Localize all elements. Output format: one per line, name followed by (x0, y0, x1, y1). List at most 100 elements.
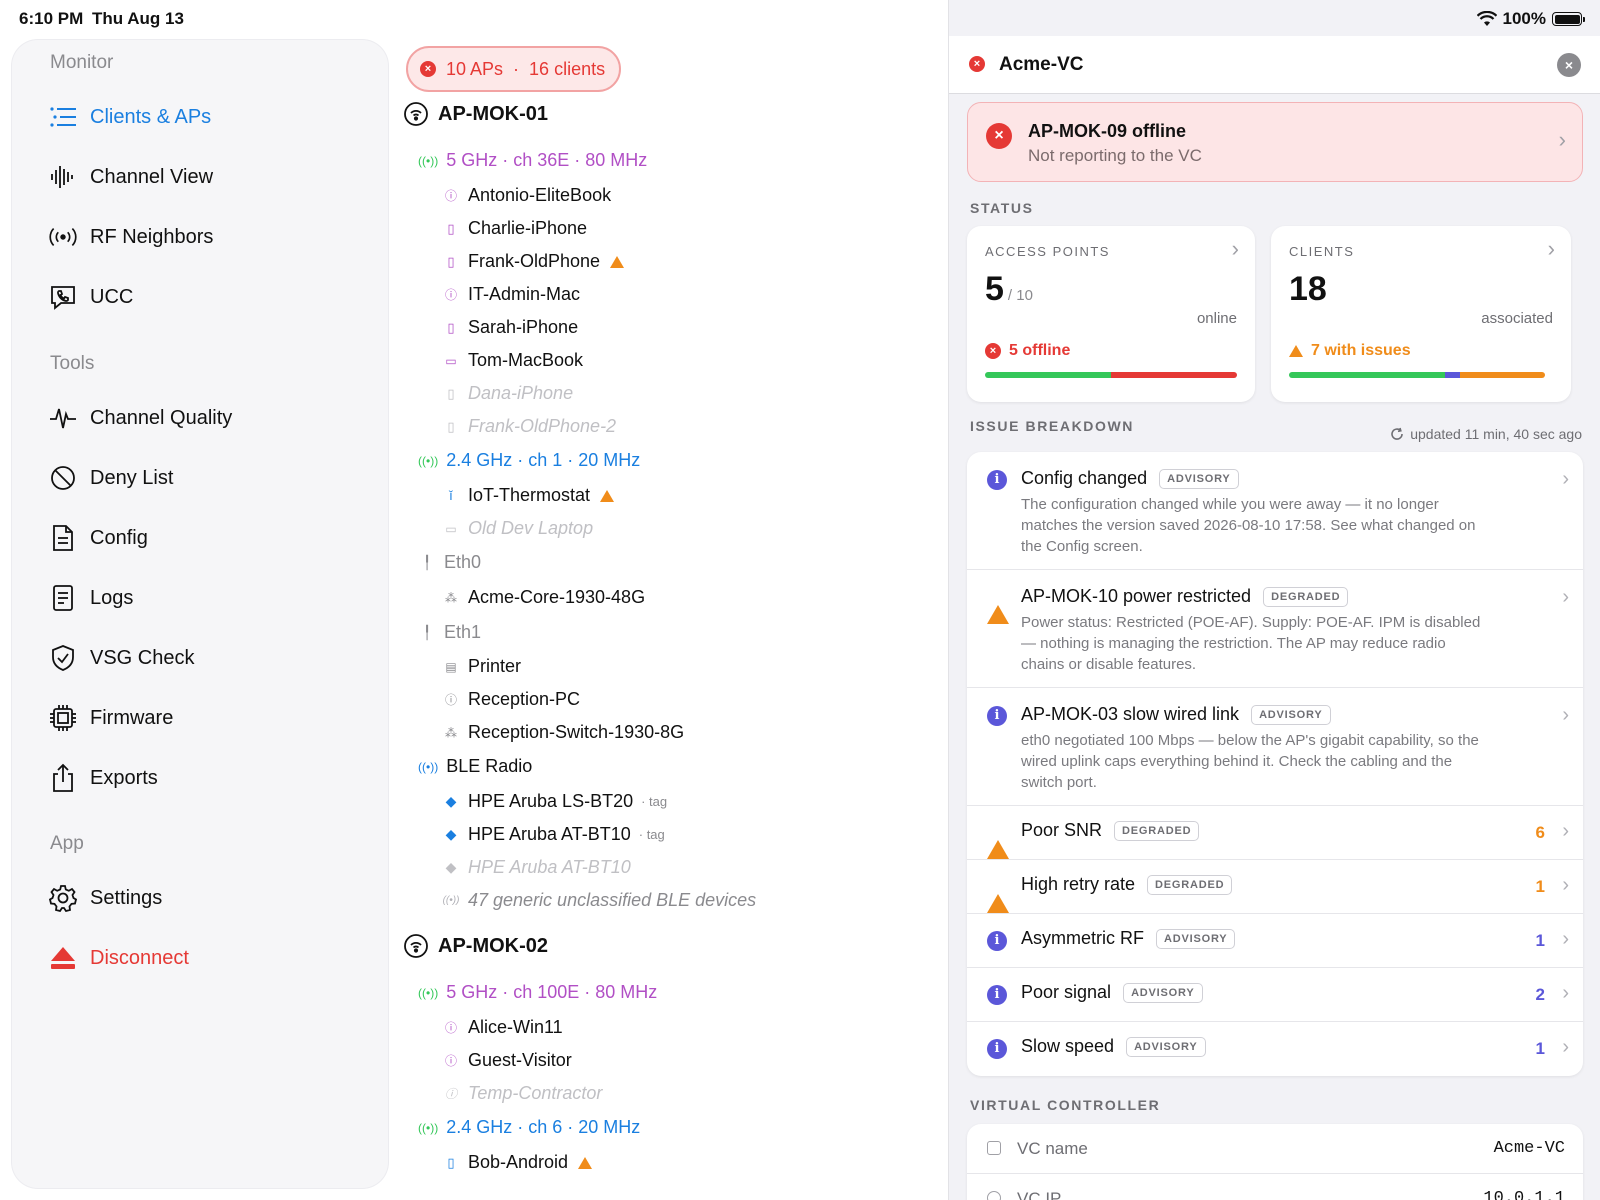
client-row[interactable]: ⓘ Alice-Win11 (444, 1017, 563, 1038)
client-row[interactable]: ǐ IoT-Thermostat (444, 485, 615, 506)
radio-antenna-icon: ((•)) (418, 759, 439, 774)
updated-timestamp[interactable]: updated 11 min, 40 sec ago (1390, 426, 1582, 442)
issue-title: High retry rate (1021, 874, 1136, 894)
access-point-icon (404, 102, 428, 126)
radio-label: BLE Radio (446, 756, 533, 776)
client-row[interactable]: ▯ Sarah-iPhone (444, 317, 578, 338)
issue-row-config-changed[interactable]: i Config changed ADVISORY The configurati… (967, 452, 1583, 570)
list-icon (48, 102, 78, 132)
issues-stat: 7 with issues (1289, 342, 1411, 360)
radio-row-24ghz[interactable]: ((•)) 2.4 GHz · ch 6 · 20 MHz (418, 1117, 640, 1138)
chevron-right-icon: › (1562, 874, 1569, 896)
issue-row-poor-signal[interactable]: i Poor signal ADVISORY 2 › (967, 968, 1583, 1022)
device-name: Acme-Core-1930-48G (468, 587, 646, 607)
sidebar-item-channel-quality[interactable]: Channel Quality (48, 398, 368, 438)
issue-badge: ADVISORY (1159, 468, 1239, 489)
sidebar-item-settings[interactable]: Settings (48, 878, 368, 918)
client-name: Tom-MacBook (468, 350, 584, 370)
offline-alert[interactable]: × AP-MOK-09 offline Not reporting to the… (967, 102, 1583, 182)
client-tree: × 10 APs · 16 clients AP-MOK-01 ((•)) 5 … (396, 40, 946, 1200)
thermometer-icon: ǐ (449, 488, 453, 503)
radio-row-5ghz[interactable]: ((•)) 5 GHz · ch 36E · 80 MHz (418, 150, 647, 171)
issue-row-poor-snr[interactable]: Poor SNR DEGRADED 6 › (967, 806, 1583, 860)
client-row[interactable]: ▯ Charlie-iPhone (444, 218, 587, 239)
vc-row-name[interactable]: VC name Acme-VC (967, 1124, 1583, 1174)
issue-row-high-retry[interactable]: High retry rate DEGRADED 1 › (967, 860, 1583, 914)
client-row[interactable]: ⓘ IT-Admin-Mac (444, 284, 580, 305)
client-row-inactive[interactable]: ▯ Frank-OldPhone-2 (444, 416, 616, 437)
ble-generic-row[interactable]: ((•)) 47 generic unclassified BLE devices (443, 890, 757, 911)
sidebar-section-tools: Tools (50, 353, 95, 374)
device-row[interactable]: ⓘ Reception-PC (444, 689, 580, 710)
tag-suffix: · tag (641, 794, 668, 809)
vc-row-ip[interactable]: VC IP 10.0.1.1 (967, 1174, 1583, 1200)
chevron-right-icon: › (1231, 236, 1239, 261)
sidebar-item-ucc[interactable]: UCC (48, 277, 368, 317)
vc-card: VC name Acme-VC VC IP 10.0.1.1 (967, 1124, 1583, 1200)
sidebar-item-firmware[interactable]: Firmware (48, 698, 368, 738)
client-name: IoT-Thermostat (468, 485, 591, 505)
ap-name: AP-MOK-02 (438, 934, 549, 957)
ble-device-row-inactive[interactable]: ◆ HPE Aruba AT-BT10 (444, 857, 631, 878)
issue-row-power-restricted[interactable]: AP-MOK-10 power restricted DEGRADED Power… (967, 570, 1583, 688)
vc-value: 10.0.1.1 (1483, 1189, 1565, 1200)
radio-row-24ghz[interactable]: ((•)) 2.4 GHz · ch 1 · 20 MHz (418, 450, 640, 471)
client-row[interactable]: ⓘ Guest-Visitor (444, 1050, 572, 1071)
issue-badge: ADVISORY (1251, 704, 1331, 725)
sidebar-item-logs[interactable]: Logs (48, 578, 368, 618)
client-row[interactable]: ▯ Frank-OldPhone (444, 251, 625, 272)
client-row-inactive[interactable]: ⓘ Temp-Contractor (444, 1083, 602, 1104)
device-name: Printer (468, 656, 522, 676)
switch-topology-icon: ⁂ (445, 590, 457, 605)
sidebar-item-config[interactable]: Config (48, 518, 368, 558)
warning-icon (1289, 345, 1303, 357)
chip-icon (48, 703, 78, 733)
sidebar: Monitor Clients & APs Channel View RF Ne… (12, 40, 388, 1188)
radio-row-ble[interactable]: ((•)) BLE Radio (418, 756, 532, 777)
client-row[interactable]: ▭ Tom-MacBook (444, 350, 583, 371)
ble-device-row[interactable]: ◆ HPE Aruba LS-BT20 · tag (444, 791, 668, 812)
sidebar-item-vsg-check[interactable]: VSG Check (48, 638, 368, 678)
radio-row-5ghz[interactable]: ((•)) 5 GHz · ch 100E · 80 MHz (418, 982, 657, 1003)
sidebar-item-channel-view[interactable]: Channel View (48, 157, 368, 197)
clients-card[interactable]: CLIENTS › 18 associated 7 with issues (1271, 226, 1571, 402)
ethernet-row-eth0[interactable]: ╿ Eth0 (418, 552, 481, 573)
radio-label: 2.4 GHz · ch 6 · 20 MHz (446, 1117, 641, 1137)
client-row-inactive[interactable]: ▭ Old Dev Laptop (444, 518, 593, 539)
ble-device-row[interactable]: ◆ HPE Aruba AT-BT10 · tag (444, 824, 665, 845)
device-row[interactable]: ⁂ Acme-Core-1930-48G (444, 587, 645, 608)
unknown-device-icon: ⓘ (444, 189, 457, 203)
client-row[interactable]: ⓘ Antonio-EliteBook (444, 185, 611, 206)
device-row[interactable]: ⁂ Reception-Switch-1930-8G (444, 722, 684, 743)
error-icon: × (420, 61, 436, 77)
ap-row-ap-mok-01[interactable]: AP-MOK-01 (404, 102, 548, 126)
sidebar-item-clients-aps[interactable]: Clients & APs (48, 97, 368, 137)
error-icon: × (985, 343, 1001, 359)
summary-filter-pill[interactable]: × 10 APs · 16 clients (406, 46, 622, 92)
client-row-inactive[interactable]: ▯ Dana-iPhone (444, 383, 573, 404)
close-button[interactable]: × (1557, 53, 1581, 77)
sidebar-item-label: RF Neighbors (90, 225, 214, 248)
radio-antenna-icon: ((•)) (418, 153, 439, 168)
ap-total: / 10 (1007, 287, 1033, 304)
issue-row-asymmetric-rf[interactable]: i Asymmetric RF ADVISORY 1 › (967, 914, 1583, 968)
status-heading: STATUS (970, 200, 1034, 216)
issue-row-slow-wired-link[interactable]: i AP-MOK-03 slow wired link ADVISORY eth0… (967, 688, 1583, 806)
card-value: 5/ 10 (985, 270, 1033, 309)
warning-icon (610, 255, 625, 268)
radio-label: 2.4 GHz · ch 1 · 20 MHz (446, 450, 641, 470)
unknown-device-icon: ⓘ (444, 288, 457, 302)
issue-row-slow-speed[interactable]: i Slow speed ADVISORY 1 › (967, 1022, 1583, 1076)
device-row[interactable]: ▤ Printer (444, 656, 521, 677)
ethernet-row-eth1[interactable]: ╿ Eth1 (418, 622, 481, 643)
sidebar-item-exports[interactable]: Exports (48, 758, 368, 798)
sidebar-item-deny-list[interactable]: Deny List (48, 458, 368, 498)
client-row[interactable]: ▯ Bob-Android (444, 1152, 593, 1173)
tag-icon: ◆ (445, 793, 457, 809)
issue-title: Config changed (1021, 468, 1148, 488)
sidebar-item-disconnect[interactable]: Disconnect (48, 938, 368, 978)
info-icon: i (987, 470, 1007, 490)
access-points-card[interactable]: ACCESS POINTS › 5/ 10 online × 5 offline (967, 226, 1255, 402)
ap-row-ap-mok-02[interactable]: AP-MOK-02 (404, 934, 548, 958)
sidebar-item-rf-neighbors[interactable]: RF Neighbors (48, 217, 368, 257)
